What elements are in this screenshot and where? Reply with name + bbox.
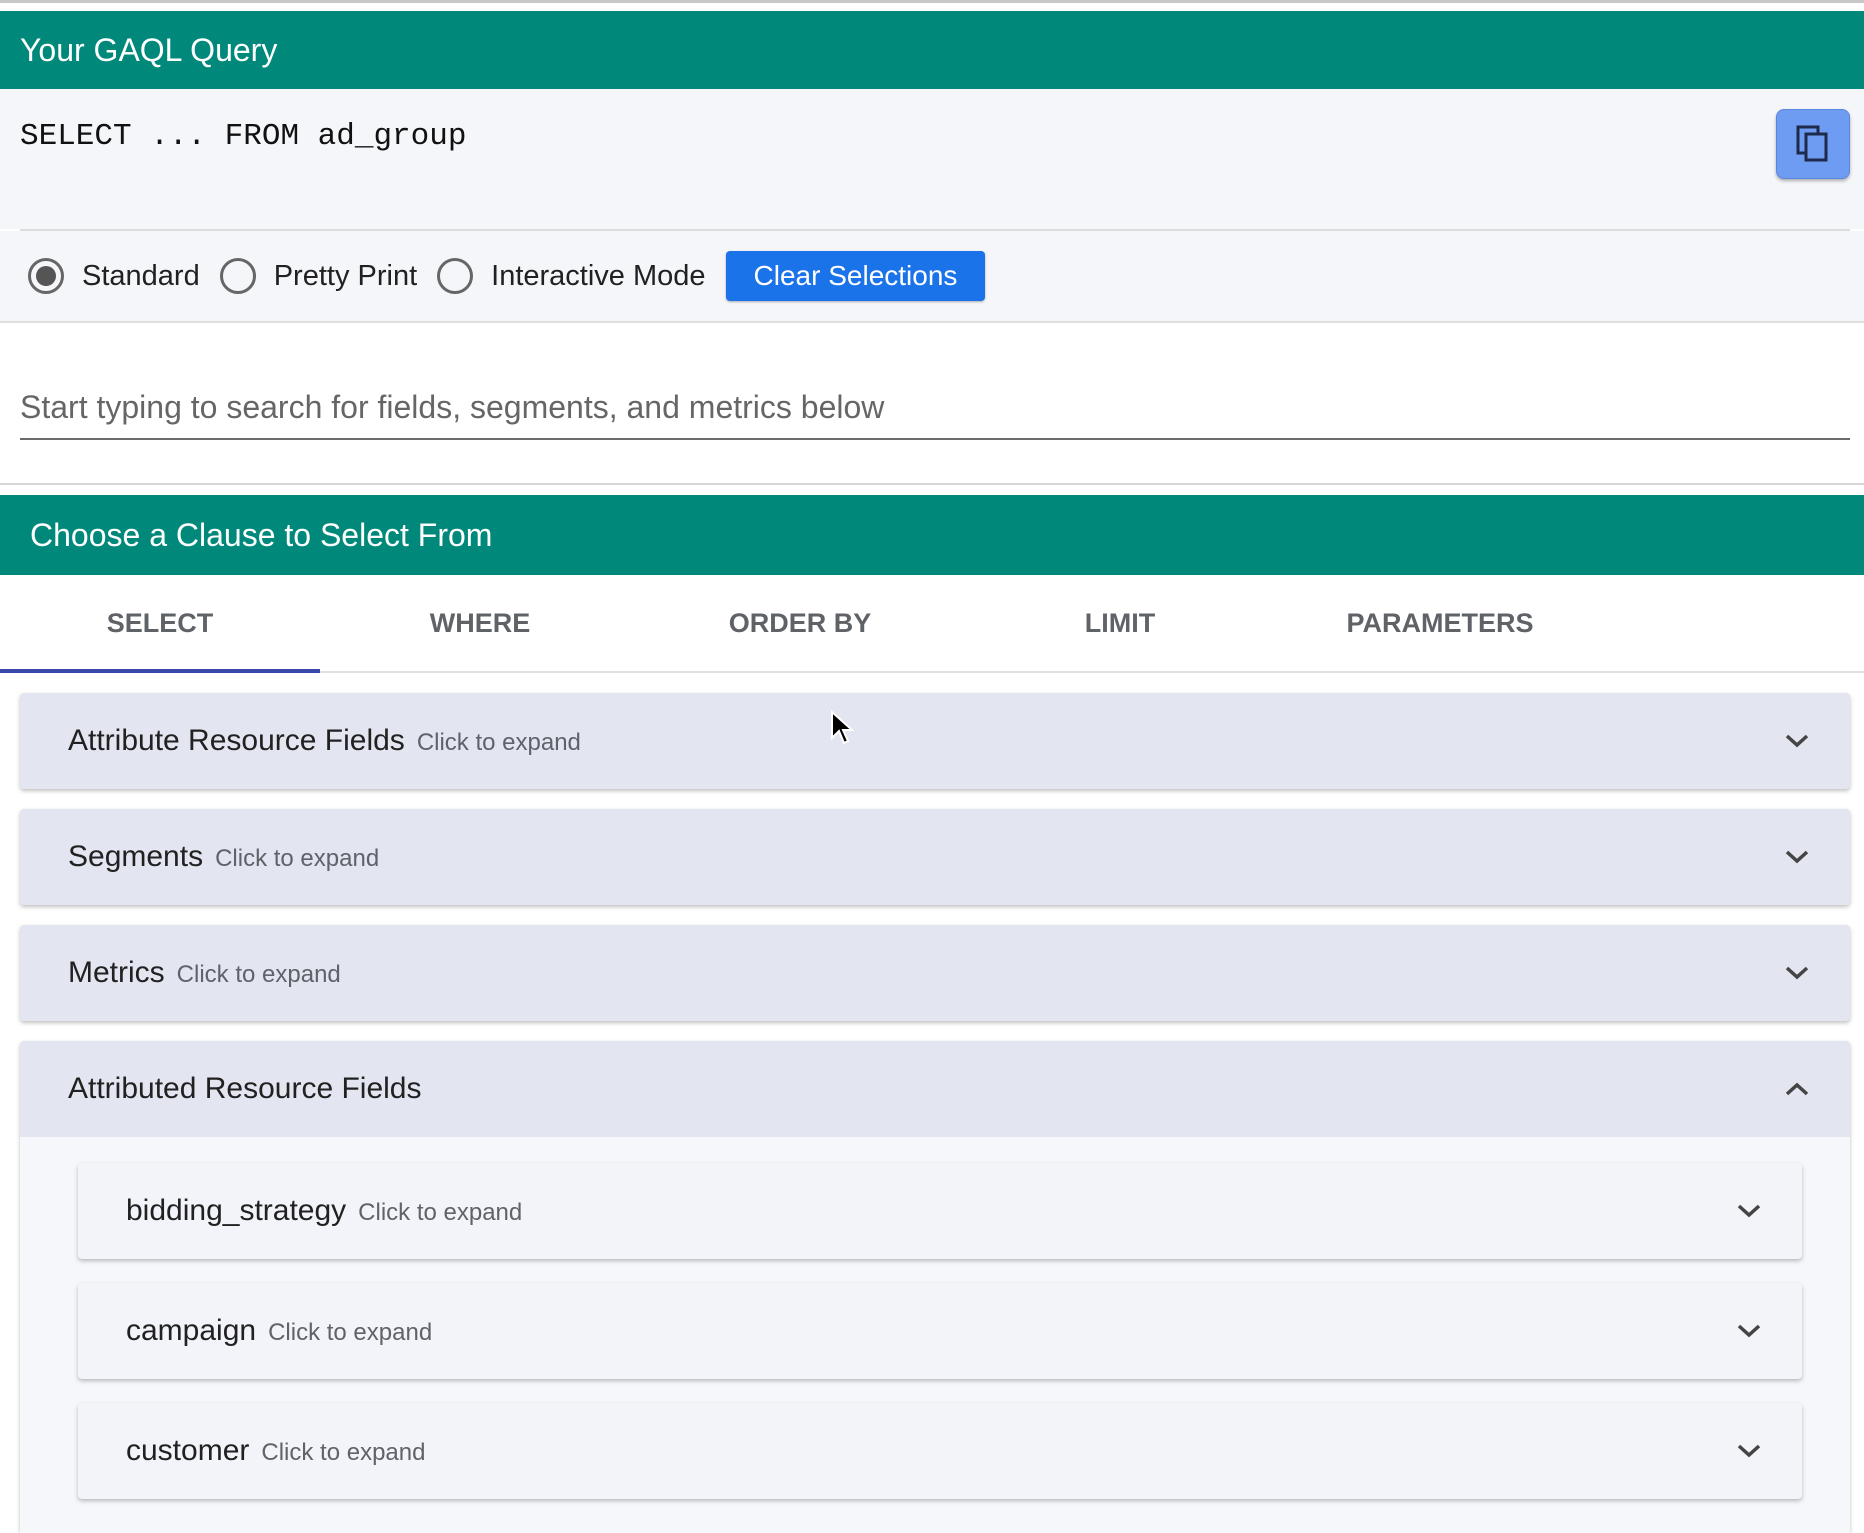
chevron-down-icon bbox=[1785, 734, 1809, 748]
panel-hint: Click to expand bbox=[215, 845, 380, 872]
panel-metrics[interactable]: Metrics Click to expand bbox=[20, 925, 1850, 1021]
panel-hint: Click to expand bbox=[176, 961, 341, 988]
chevron-down-icon bbox=[1785, 966, 1809, 980]
tab-limit[interactable]: LIMIT bbox=[960, 575, 1280, 671]
panel-title: Attributed Resource Fields bbox=[68, 1072, 422, 1105]
radio-pretty-print[interactable]: Pretty Print bbox=[219, 258, 418, 294]
chevron-down-icon bbox=[1737, 1444, 1761, 1458]
top-border bbox=[0, 0, 1864, 3]
query-section-title: Your GAQL Query bbox=[20, 31, 278, 68]
subpanel-bidding-strategy[interactable]: bidding_strategy Click to expand bbox=[78, 1163, 1802, 1259]
query-text: SELECT ... FROM ad_group bbox=[20, 119, 467, 154]
field-panels: Attribute Resource Fields Click to expan… bbox=[0, 673, 1864, 1533]
format-mode-row: Standard Pretty Print Interactive Mode C… bbox=[0, 231, 1864, 323]
panel-hint: Click to expand bbox=[416, 729, 581, 756]
copy-icon bbox=[1796, 125, 1828, 162]
chevron-down-icon bbox=[1737, 1324, 1761, 1338]
query-section-header: Your GAQL Query bbox=[0, 11, 1864, 89]
clause-tabs: SELECT WHERE ORDER BY LIMIT PARAMETERS bbox=[0, 575, 1864, 673]
subpanel-title: bidding_strategy bbox=[126, 1194, 347, 1227]
subpanel-hint: Click to expand bbox=[261, 1439, 426, 1466]
radio-button-selected[interactable] bbox=[28, 258, 64, 294]
subpanel-title: campaign bbox=[126, 1314, 257, 1347]
query-display: SELECT ... FROM ad_group bbox=[0, 89, 1864, 229]
chevron-down-icon bbox=[1785, 850, 1809, 864]
subpanel-hint: Click to expand bbox=[358, 1199, 523, 1226]
tab-select[interactable]: SELECT bbox=[0, 575, 320, 673]
copy-button[interactable] bbox=[1776, 109, 1850, 179]
subpanel-campaign[interactable]: campaign Click to expand bbox=[78, 1283, 1802, 1379]
subpanel-customer[interactable]: customer Click to expand bbox=[78, 1403, 1802, 1499]
tab-order-by[interactable]: ORDER BY bbox=[640, 575, 960, 671]
radio-standard-label: Standard bbox=[82, 259, 200, 292]
clear-selections-button[interactable]: Clear Selections bbox=[725, 251, 986, 301]
chevron-down-icon bbox=[1737, 1204, 1761, 1218]
mouse-cursor-icon bbox=[831, 710, 854, 745]
subpanel-title: customer bbox=[126, 1434, 250, 1467]
search-section bbox=[0, 323, 1864, 483]
subpanel-hint: Click to expand bbox=[268, 1319, 433, 1346]
panel-title: Segments bbox=[68, 840, 204, 873]
resource-subpanels: bidding_strategy Click to expand campaig… bbox=[20, 1137, 1850, 1533]
panel-attributed-resource-fields[interactable]: Attributed Resource Fields bbox=[20, 1041, 1850, 1137]
panel-title: Attribute Resource Fields bbox=[68, 724, 405, 757]
panel-attribute-resource-fields[interactable]: Attribute Resource Fields Click to expan… bbox=[20, 693, 1850, 789]
radio-interactive-mode[interactable]: Interactive Mode bbox=[437, 258, 706, 294]
radio-standard[interactable]: Standard bbox=[28, 258, 200, 294]
clause-section-header: Choose a Clause to Select From bbox=[0, 495, 1864, 575]
radio-interactive-mode-label: Interactive Mode bbox=[491, 259, 706, 292]
chevron-up-icon bbox=[1785, 1082, 1809, 1096]
tab-where[interactable]: WHERE bbox=[320, 575, 640, 671]
section-divider bbox=[0, 483, 1864, 485]
panel-segments[interactable]: Segments Click to expand bbox=[20, 809, 1850, 905]
panel-attributed-resource-fields-expanded: Attributed Resource Fields bidding_strat… bbox=[20, 1041, 1850, 1533]
radio-pretty-print-label: Pretty Print bbox=[273, 259, 418, 292]
clause-section-title: Choose a Clause to Select From bbox=[30, 516, 493, 553]
panel-title: Metrics bbox=[68, 956, 165, 989]
tab-parameters[interactable]: PARAMETERS bbox=[1280, 575, 1600, 671]
radio-button[interactable] bbox=[437, 258, 474, 294]
radio-button[interactable] bbox=[219, 258, 256, 294]
search-input[interactable] bbox=[20, 381, 1850, 440]
